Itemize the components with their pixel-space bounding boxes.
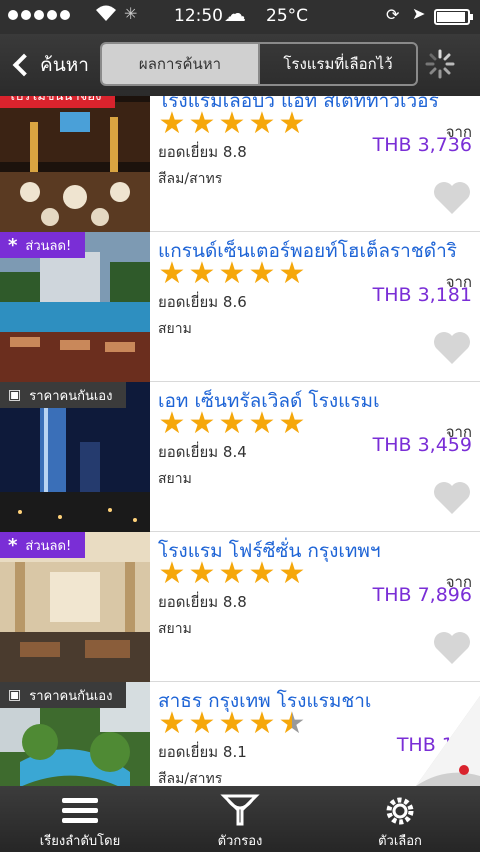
hotel-badge: โปรโมชั่นน่าจ้อง (0, 96, 116, 108)
tab-sort[interactable]: เรียงลำดับโดย (0, 786, 160, 852)
badge-label: ราคาคนกันเอง (29, 388, 113, 404)
star-rating: ★ ★ ★ ★ ★ (158, 556, 306, 591)
status-temperature: 25°C (266, 6, 309, 26)
gear-icon (386, 797, 414, 825)
badge-label: โปรโมชั่นน่าจ้อง (8, 96, 102, 104)
review-score: ยอดเยี่ยม 8.6 (158, 293, 247, 311)
star-icon: ★ (248, 106, 276, 141)
hotel-area: สยาม (158, 621, 192, 637)
star-icon: ★ (158, 706, 186, 741)
review-score: ยอดเยี่ยม 8.1 (158, 743, 247, 761)
location-arrow-icon: ➤ (412, 4, 426, 23)
back-button-label: ค้นหา (40, 54, 89, 76)
hotel-area: สยาม (158, 321, 192, 337)
tab-filter-label: ตัวกรอง (217, 834, 263, 849)
review-score: ยอดเยี่ยม 8.8 (158, 143, 247, 161)
hotel-price: THB 7,896 (372, 584, 472, 606)
hotel-card[interactable]: * ส่วนลด! แกรนด์เซ็นเตอร์พอยท์โฮเต็ลราชด… (0, 232, 480, 382)
hotel-area: สีลม/สาทร (158, 171, 223, 187)
loading-spinner-icon (425, 49, 455, 79)
gift-icon: ▣ (8, 687, 22, 703)
bottom-tab-bar: เรียงลำดับโดย ตัวกรอง ตัวเลือก (0, 786, 480, 852)
favorite-heart-icon[interactable] (432, 480, 472, 516)
hotel-card[interactable]: ▣ ราคาคนกันเอง เอท เซ็นทรัลเวิลด์ โรงแรม… (0, 382, 480, 532)
segment-saved-hotels[interactable]: โรงแรมที่เลือกไว้ (258, 44, 416, 84)
cloud-icon: ☁ (224, 2, 246, 27)
activity-icon: ✳ (124, 4, 138, 23)
star-icon: ★ (218, 406, 246, 441)
status-time: 12:50 (174, 6, 223, 26)
chevron-left-icon (12, 53, 36, 77)
filter-icon (220, 794, 260, 826)
star-icon: ★ (218, 256, 246, 291)
hotel-card[interactable]: * ส่วนลด! โรงแรม โฟร์ซีซั่น กรุงเทพฯ ★ ★ ★… (0, 532, 480, 682)
star-icon: ★ (278, 106, 306, 141)
star-rating: ★ ★ ★ ★ ★ (158, 256, 306, 291)
hotel-badge: ▣ ราคาคนกันเอง (0, 682, 127, 708)
tab-filter[interactable]: ตัวกรอง (160, 786, 320, 852)
tab-options-label: ตัวเลือก (378, 834, 422, 849)
star-icon: ★ (158, 556, 186, 591)
favorite-heart-icon[interactable] (432, 630, 472, 666)
star-icon: ★ (158, 406, 186, 441)
segment-search-results[interactable]: ผลการค้นหา (102, 44, 258, 84)
star-icon: ★ (248, 256, 276, 291)
asterisk-icon: * (8, 534, 18, 556)
star-rating: ★ ★ ★ ★ ★ (158, 406, 306, 441)
star-icon: ★ (188, 406, 216, 441)
star-rating: ★ ★ ★ ★ ★ (158, 106, 306, 141)
star-icon: ★ (278, 556, 306, 591)
hotel-photo (0, 96, 150, 232)
hotel-price: THB 3,181 (372, 284, 472, 306)
menu-icon (62, 798, 98, 823)
star-icon: ★ (248, 406, 276, 441)
rotation-lock-icon: ⟳ (386, 5, 400, 24)
signal-dots-icon (8, 10, 70, 20)
star-icon: ★ (158, 106, 186, 141)
star-icon: ★ (248, 706, 276, 741)
battery-icon (434, 9, 473, 25)
star-rating: ★ ★ ★ ★ ★ (158, 706, 306, 741)
badge-label: ราคาคนกันเอง (29, 688, 113, 704)
star-icon: ★ (188, 706, 216, 741)
half-star-icon: ★ (278, 706, 306, 741)
star-icon: ★ (218, 706, 246, 741)
back-button[interactable]: ค้นหา (10, 48, 89, 82)
star-icon: ★ (278, 406, 306, 441)
star-icon: ★ (188, 256, 216, 291)
hotel-card[interactable]: โปรโมชั่นน่าจ้อง โรงแรมเลอบัว แอท สเตททา… (0, 96, 480, 232)
hotel-price: THB 3,736 (372, 134, 472, 156)
wifi-icon (94, 3, 118, 28)
star-icon: ★ (188, 556, 216, 591)
badge-label: ส่วนลด! (25, 538, 72, 554)
badge-label: ส่วนลด! (25, 238, 72, 254)
gift-icon: ▣ (8, 387, 22, 403)
hotel-results-list[interactable]: โปรโมชั่นน่าจ้อง โรงแรมเลอบัว แอท สเตททา… (0, 96, 480, 786)
hotel-area: สีลม/สาทร (158, 771, 223, 786)
status-bar: ✳ 12:50 ☁ 25°C ⟳ ➤ (0, 0, 480, 34)
star-icon: ★ (218, 556, 246, 591)
favorite-heart-icon[interactable] (432, 180, 472, 216)
star-icon: ★ (158, 256, 186, 291)
star-icon: ★ (248, 556, 276, 591)
tab-sort-label: เรียงลำดับโดย (39, 834, 121, 849)
favorite-heart-icon[interactable] (432, 330, 472, 366)
review-score: ยอดเยี่ยม 8.4 (158, 443, 247, 461)
map-page-curl-icon[interactable] (416, 696, 480, 786)
star-icon: ★ (218, 106, 246, 141)
review-score: ยอดเยี่ยม 8.8 (158, 593, 247, 611)
results-segmented-control: ผลการค้นหา โรงแรมที่เลือกไว้ (100, 42, 418, 86)
hotel-card[interactable]: ▣ ราคาคนกันเอง สาธร กรุงเทพ โรงแรมชาเ ★ ★… (0, 682, 480, 786)
star-icon: ★ (278, 256, 306, 291)
hotel-badge: * ส่วนลด! (0, 232, 86, 258)
hotel-price: THB 3,459 (372, 434, 472, 456)
tab-options[interactable]: ตัวเลือก (320, 786, 480, 852)
hotel-badge: * ส่วนลด! (0, 532, 86, 558)
navigation-bar: ค้นหา ผลการค้นหา โรงแรมที่เลือกไว้ (0, 34, 480, 96)
asterisk-icon: * (8, 234, 18, 256)
hotel-area: สยาม (158, 471, 192, 487)
star-icon: ★ (188, 106, 216, 141)
hotel-badge: ▣ ราคาคนกันเอง (0, 382, 127, 408)
